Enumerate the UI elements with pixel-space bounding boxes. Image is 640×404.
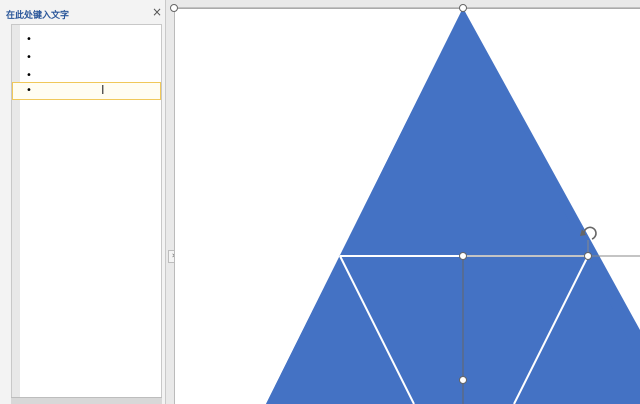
resize-handle[interactable] bbox=[459, 4, 467, 12]
resize-handle[interactable] bbox=[459, 252, 467, 260]
pyramid-fill bbox=[266, 8, 640, 404]
smartart-graphic[interactable] bbox=[0, 0, 640, 404]
resize-handle[interactable] bbox=[459, 376, 467, 384]
resize-handle[interactable] bbox=[584, 252, 592, 260]
resize-handle[interactable] bbox=[170, 4, 178, 12]
